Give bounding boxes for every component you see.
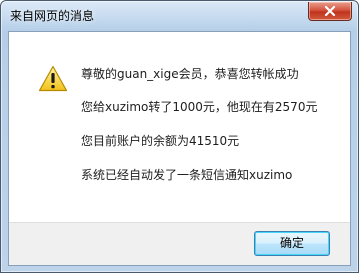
title-bar[interactable]: 来自网页的消息 [1, 1, 358, 31]
message-line-1: 尊敬的guan_xige会员，恭喜您转帐成功 [81, 67, 299, 81]
close-icon [324, 6, 336, 16]
dialog-footer: 确定 [9, 222, 350, 265]
message-line-2: 您给xuzimo转了1000元，他现在有2570元 [81, 100, 318, 114]
dialog-title: 来自网页的消息 [10, 9, 95, 23]
message-line-4: 系统已经自动发了一条短信通知xuzimo [81, 168, 293, 182]
ok-button[interactable]: 确定 [254, 231, 330, 256]
alert-dialog: 来自网页的消息 尊敬的guan_xige会员，恭喜您转帐成功 您给xuzimo转… [0, 0, 359, 273]
dialog-content: 尊敬的guan_xige会员，恭喜您转帐成功 您给xuzimo转了1000元，他… [8, 31, 351, 266]
warning-icon [38, 65, 68, 96]
close-button[interactable] [308, 2, 352, 21]
message-line-3: 您目前账户的余额为41510元 [81, 134, 240, 148]
